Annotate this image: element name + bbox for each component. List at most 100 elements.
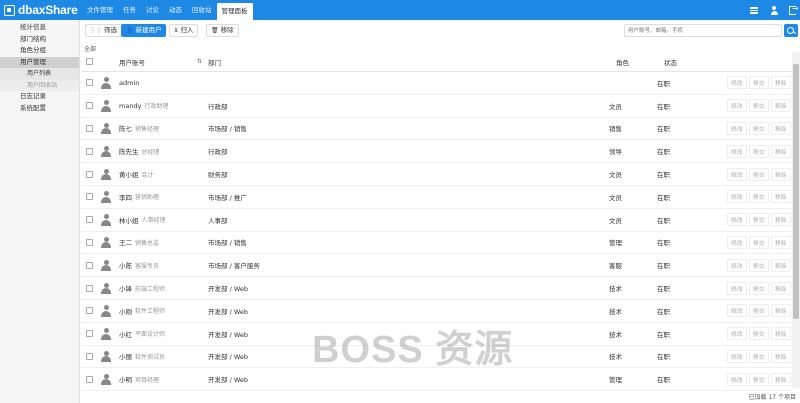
sidebar-item-user-recycle-bin[interactable]: 用户回收站 (0, 79, 79, 91)
remove-user-button[interactable]: 移除 (771, 76, 791, 90)
filter-button[interactable]: ⋮⋮ 筛选 (85, 24, 122, 37)
row-checkbox[interactable] (86, 307, 93, 315)
edit-button[interactable]: 修改 (727, 304, 747, 318)
search-icon[interactable] (784, 24, 798, 37)
user-account[interactable]: 小陈 (119, 260, 132, 270)
user-account[interactable]: 陈七 (119, 123, 132, 133)
transfer-button[interactable]: 移交 (749, 235, 769, 249)
row-checkbox[interactable] (86, 375, 93, 383)
user-account[interactable]: mandy (119, 102, 141, 110)
remove-user-button[interactable]: 移除 (771, 304, 791, 318)
transfer-button[interactable]: 移交 (749, 144, 769, 158)
transfer-button[interactable]: 移交 (749, 167, 769, 181)
header-status[interactable]: 状态 (664, 52, 677, 71)
vertical-scrollbar[interactable] (792, 52, 800, 388)
edit-button[interactable]: 修改 (727, 372, 747, 386)
user-account[interactable]: 小红 (119, 329, 132, 339)
transfer-button[interactable]: 移交 (749, 76, 769, 90)
row-checkbox[interactable] (86, 261, 93, 269)
user-account[interactable]: admin (119, 79, 139, 87)
user-account[interactable]: 陈先生 (119, 146, 139, 156)
user-account[interactable]: 小锋 (119, 283, 132, 293)
logout-icon[interactable] (789, 4, 799, 15)
edit-button[interactable]: 修改 (727, 327, 747, 341)
edit-button[interactable]: 修改 (727, 76, 747, 90)
table-row[interactable]: 小明 项目经理 开发部 / Web 管理 在职 修改 移交 移除 (81, 368, 792, 392)
transfer-button[interactable]: 移交 (749, 99, 769, 113)
sidebar-item-system-config[interactable]: 系统配置 (0, 103, 79, 115)
transfer-button[interactable]: 移交 (749, 258, 769, 272)
edit-button[interactable]: 修改 (727, 121, 747, 135)
table-row[interactable]: 黄小姐 会计 财务部 文员 在职 修改 移交 移除 (81, 163, 792, 186)
tab-recycle-bin[interactable]: 回收站 (187, 0, 217, 20)
row-checkbox[interactable] (86, 216, 93, 224)
row-checkbox[interactable] (86, 352, 93, 360)
table-row[interactable]: 李四 营销助理 市场部 / 推广 文员 在职 修改 移交 移除 (81, 186, 792, 209)
sidebar-item-user-list[interactable]: 用户列表 (0, 68, 79, 80)
edit-button[interactable]: 修改 (727, 144, 747, 158)
user-account[interactable]: 小明 (119, 374, 132, 384)
user-account[interactable]: 黄小姐 (119, 169, 139, 179)
row-checkbox[interactable] (86, 238, 93, 246)
edit-button[interactable]: 修改 (727, 281, 747, 295)
row-checkbox[interactable] (86, 147, 93, 155)
tab-file-management[interactable]: 文件管理 (82, 0, 118, 20)
table-row[interactable]: admin 在职 修改 移交 移除 (81, 72, 792, 95)
transfer-button[interactable]: 移交 (749, 121, 769, 135)
app-logo[interactable]: dbaxShare (4, 3, 78, 17)
transfer-button[interactable]: 移交 (749, 349, 769, 363)
remove-user-button[interactable]: 移除 (771, 349, 791, 363)
edit-button[interactable]: 修改 (727, 258, 747, 272)
tab-admin-panel[interactable]: 管理面板 (216, 3, 253, 20)
table-row[interactable]: 小刚 软件工程师 开发部 / Web 技术 在职 修改 移交 移除 (81, 300, 792, 323)
edit-button[interactable]: 修改 (727, 213, 747, 227)
table-row[interactable]: 王二 销售总监 市场部 / 销售 管理 在职 修改 移交 移除 (81, 232, 792, 255)
edit-button[interactable]: 修改 (727, 235, 747, 249)
edit-button[interactable]: 修改 (727, 190, 747, 204)
remove-user-button[interactable]: 移除 (771, 144, 791, 158)
row-checkbox[interactable] (86, 124, 93, 132)
transfer-button[interactable]: 移交 (749, 372, 769, 386)
remove-user-button[interactable]: 移除 (771, 190, 791, 204)
row-checkbox[interactable] (86, 79, 93, 87)
tab-discussion[interactable]: 讨论 (141, 0, 164, 20)
select-all-checkbox[interactable] (86, 58, 93, 65)
user-icon[interactable] (769, 5, 779, 15)
remove-user-button[interactable]: 移除 (771, 281, 791, 295)
header-department[interactable]: 部门 (208, 52, 221, 71)
remove-user-button[interactable]: 移除 (771, 258, 791, 272)
sort-icon[interactable]: ⇅ (197, 52, 202, 71)
row-checkbox[interactable] (86, 193, 93, 201)
header-role[interactable]: 角色 (616, 52, 629, 71)
sidebar-item-logs[interactable]: 日志记录 (0, 91, 79, 103)
table-row[interactable]: 小红 平面设计师 开发部 / Web 技术 在职 修改 移交 移除 (81, 323, 792, 346)
transfer-button[interactable]: 移交 (749, 304, 769, 318)
remove-user-button[interactable]: 移除 (771, 372, 791, 386)
new-user-button[interactable]: 👤 新建用户 (121, 24, 167, 37)
row-checkbox[interactable] (86, 170, 93, 178)
table-row[interactable]: mandy 行政助理 行政部 文员 在职 修改 移交 移除 (81, 95, 792, 118)
table-row[interactable]: 小锋 前端工程师 开发部 / Web 技术 在职 修改 移交 移除 (81, 277, 792, 300)
sidebar-item-departments[interactable]: 部门结构 (0, 34, 79, 46)
edit-button[interactable]: 修改 (727, 99, 747, 113)
remove-user-button[interactable]: 移除 (771, 213, 791, 227)
transfer-button[interactable]: 移交 (749, 213, 769, 227)
menu-icon[interactable] (749, 5, 759, 15)
remove-user-button[interactable]: 移除 (771, 99, 791, 113)
sidebar-item-roles[interactable]: 角色分组 (0, 45, 79, 57)
transfer-button[interactable]: 移交 (749, 281, 769, 295)
user-account[interactable]: 小丽 (119, 351, 132, 361)
table-row[interactable]: 陈先生 总经理 行政部 领导 在职 修改 移交 移除 (81, 140, 792, 164)
header-account[interactable]: 用户账号 (119, 52, 145, 71)
user-account[interactable]: 李四 (119, 192, 132, 202)
remove-user-button[interactable]: 移除 (771, 167, 791, 181)
user-account[interactable]: 林小姐 (119, 215, 139, 225)
remove-user-button[interactable]: 移除 (771, 121, 791, 135)
edit-button[interactable]: 修改 (727, 167, 747, 181)
import-button[interactable]: ⊻ 归入 (169, 24, 199, 37)
transfer-button[interactable]: 移交 (749, 327, 769, 341)
remove-user-button[interactable]: 移除 (771, 235, 791, 249)
remove-user-button[interactable]: 移除 (771, 327, 791, 341)
remove-button[interactable]: 🗑 移除 (206, 24, 239, 37)
sidebar-item-user-management[interactable]: 用户管理 (0, 56, 79, 68)
